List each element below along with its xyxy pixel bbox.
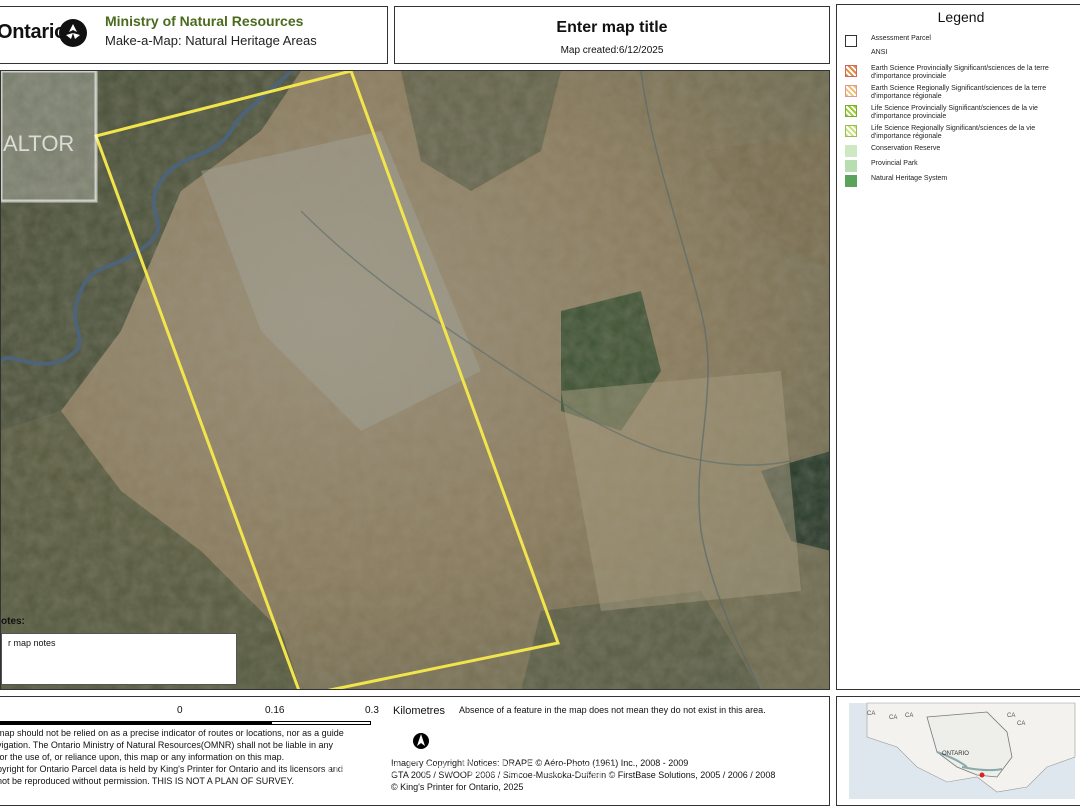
- aerial-map[interactable]: ALTOR otes: r map notes: [0, 70, 830, 690]
- brokerage-watermark: Chestnut Park Realty/Heritage: [310, 756, 616, 781]
- map-title-panel: Enter map title Map created:6/12/2025: [394, 6, 830, 64]
- life-prov-swatch: [845, 105, 857, 117]
- scale-segment-1: [179, 721, 271, 725]
- realtor-logo-watermark: ALTOR: [1, 71, 101, 231]
- legend-panel: Legend Assessment Parcel ANSI Earth Scie…: [836, 4, 1080, 690]
- legend-item-ansi: ANSI: [871, 49, 888, 56]
- provincial-park-swatch: [845, 160, 857, 172]
- legend-title: Legend: [937, 9, 985, 25]
- legend-item-earth-reg: Earth Science Regionally Significant/sci…: [845, 85, 1061, 101]
- ministry-name: Ministry of Natural Resources: [105, 13, 304, 29]
- legend-item-life-prov: Life Science Provincially Significant/sc…: [845, 105, 1061, 121]
- conservation-swatch: [845, 145, 857, 157]
- scale-bar: 0 0.16 0.3 Kilometres: [0, 703, 445, 729]
- svg-text:CA: CA: [1007, 713, 1015, 719]
- svg-text:CA: CA: [867, 711, 875, 717]
- assessment-parcel-swatch: [845, 35, 857, 47]
- earth-reg-swatch: [845, 85, 857, 97]
- aerial-imagery: [1, 71, 829, 689]
- life-reg-swatch: [845, 125, 857, 137]
- svg-text:ONTARIO: ONTARIO: [942, 751, 969, 757]
- scale-segment-left: [0, 721, 179, 725]
- legend-item-earth-prov: Earth Science Provincially Significant/s…: [845, 65, 1061, 81]
- north-arrow-icon: [412, 732, 430, 750]
- header-brand-panel: Ontario Ministry of Natural Resources Ma…: [0, 6, 388, 64]
- legend-item-assessment-parcel: Assessment Parcel: [845, 35, 1061, 47]
- map-created-date: Map created:6/12/2025: [560, 45, 664, 56]
- legend-item-provincial-park: Provincial Park: [845, 160, 1061, 172]
- scale-tick-1: 0.16: [265, 705, 285, 716]
- scale-segment-2: [271, 721, 371, 725]
- svg-text:CA: CA: [889, 715, 897, 721]
- nhs-swatch: [845, 175, 857, 187]
- map-title[interactable]: Enter map title: [395, 19, 829, 37]
- trillium-logo-icon: [59, 19, 87, 47]
- ontario-wordmark: Ontario: [0, 21, 67, 43]
- absence-note: Absence of a feature in the map does not…: [459, 705, 766, 715]
- inset-map-graphic: CA CA CA CA CA ONTARIO: [849, 702, 1076, 799]
- map-notes-box[interactable]: r map notes: [1, 633, 237, 685]
- svg-text:CA: CA: [905, 713, 913, 719]
- map-notes-text: r map notes: [8, 638, 56, 648]
- inset-locator-map[interactable]: CA CA CA CA CA ONTARIO: [836, 696, 1080, 806]
- legend-item-life-reg: Life Science Regionally Significant/scie…: [845, 125, 1061, 141]
- notes-label: otes:: [1, 616, 25, 627]
- svg-text:CA: CA: [1017, 721, 1025, 727]
- legend-item-conservation: Conservation Reserve: [845, 145, 1061, 157]
- scale-tick-2: 0.3: [365, 705, 379, 716]
- svg-text:ALTOR: ALTOR: [3, 131, 74, 156]
- footer-panel: 0 0.16 0.3 Kilometres Absence of a featu…: [0, 696, 830, 806]
- legend-item-nhs: Natural Heritage System: [845, 175, 1061, 187]
- earth-prov-swatch: [845, 65, 857, 77]
- app-subtitle: Make-a-Map: Natural Heritage Areas: [105, 33, 317, 48]
- scale-tick-0: 0: [177, 705, 183, 716]
- scale-unit: Kilometres: [393, 705, 445, 717]
